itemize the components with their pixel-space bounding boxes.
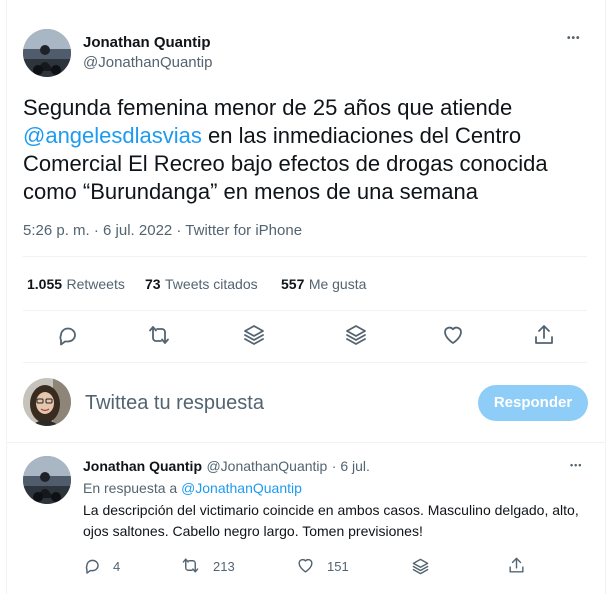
likes-stat[interactable]: 557 Me gusta xyxy=(281,276,366,294)
reply-count: 4 xyxy=(113,559,121,574)
retweets-count: 1.055 xyxy=(27,276,63,292)
tweet-text-part: Segunda femenina menor de 25 años que at… xyxy=(23,95,513,120)
replying-to-label: En respuesta a xyxy=(83,480,178,496)
quotes-count: 73 xyxy=(145,276,161,292)
like-icon[interactable] xyxy=(296,556,315,580)
reply-author-avatar[interactable] xyxy=(23,456,71,504)
replying-to: En respuesta a @JonathanQuantip xyxy=(83,480,302,496)
divider xyxy=(6,442,606,443)
reply-date[interactable]: · 6 jul. xyxy=(332,458,370,474)
likes-count: 557 xyxy=(281,276,305,292)
author-avatar[interactable] xyxy=(23,29,71,77)
quotes-label: Tweets citados xyxy=(165,276,258,292)
reply-author-handle[interactable]: @JonathanQuantip xyxy=(206,458,327,474)
reply-header: Jonathan Quantip @JonathanQuantip · 6 ju… xyxy=(83,458,370,476)
retweets-label: Retweets xyxy=(66,276,125,292)
share-icon[interactable] xyxy=(532,323,556,347)
retweets-stat[interactable]: 1.055 Retweets xyxy=(27,276,125,294)
retweet-icon[interactable] xyxy=(147,323,171,347)
user-avatar[interactable] xyxy=(23,378,71,426)
stack-icon[interactable] xyxy=(411,557,430,581)
reply-text: La descripción del victimario coincide e… xyxy=(83,502,579,539)
divider xyxy=(23,256,587,257)
divider xyxy=(23,310,587,311)
tweet-text: Segunda femenina menor de 25 años que at… xyxy=(23,94,583,206)
stack-icon[interactable] xyxy=(344,323,368,347)
author-handle[interactable]: @JonathanQuantip xyxy=(83,54,213,71)
like-icon[interactable] xyxy=(441,323,465,347)
author-name[interactable]: Jonathan Quantip xyxy=(83,34,211,51)
divider xyxy=(23,362,587,363)
more-options-icon[interactable]: ••• xyxy=(567,33,581,44)
like-count: 151 xyxy=(327,559,349,574)
reply-icon[interactable] xyxy=(56,323,80,347)
mention-link[interactable]: @angelesdlasvias xyxy=(23,123,202,148)
tweet-timestamp[interactable]: 5:26 p. m. · 6 jul. 2022 · Twitter for i… xyxy=(23,222,302,239)
likes-label: Me gusta xyxy=(308,276,367,292)
replying-to-handle[interactable]: @JonathanQuantip xyxy=(181,480,302,496)
retweet-icon[interactable] xyxy=(181,556,200,580)
reply-author-name[interactable]: Jonathan Quantip xyxy=(83,458,202,474)
retweet-count: 213 xyxy=(213,559,235,574)
reply-input[interactable]: Twittea tu respuesta xyxy=(85,392,465,415)
stack-icon[interactable] xyxy=(242,323,266,347)
reply-button[interactable]: Responder xyxy=(478,385,588,421)
reply-icon[interactable] xyxy=(83,556,102,580)
share-icon[interactable] xyxy=(507,556,526,580)
more-options-icon[interactable]: ••• xyxy=(570,460,582,470)
quotes-stat[interactable]: 73 Tweets citados xyxy=(145,276,258,294)
